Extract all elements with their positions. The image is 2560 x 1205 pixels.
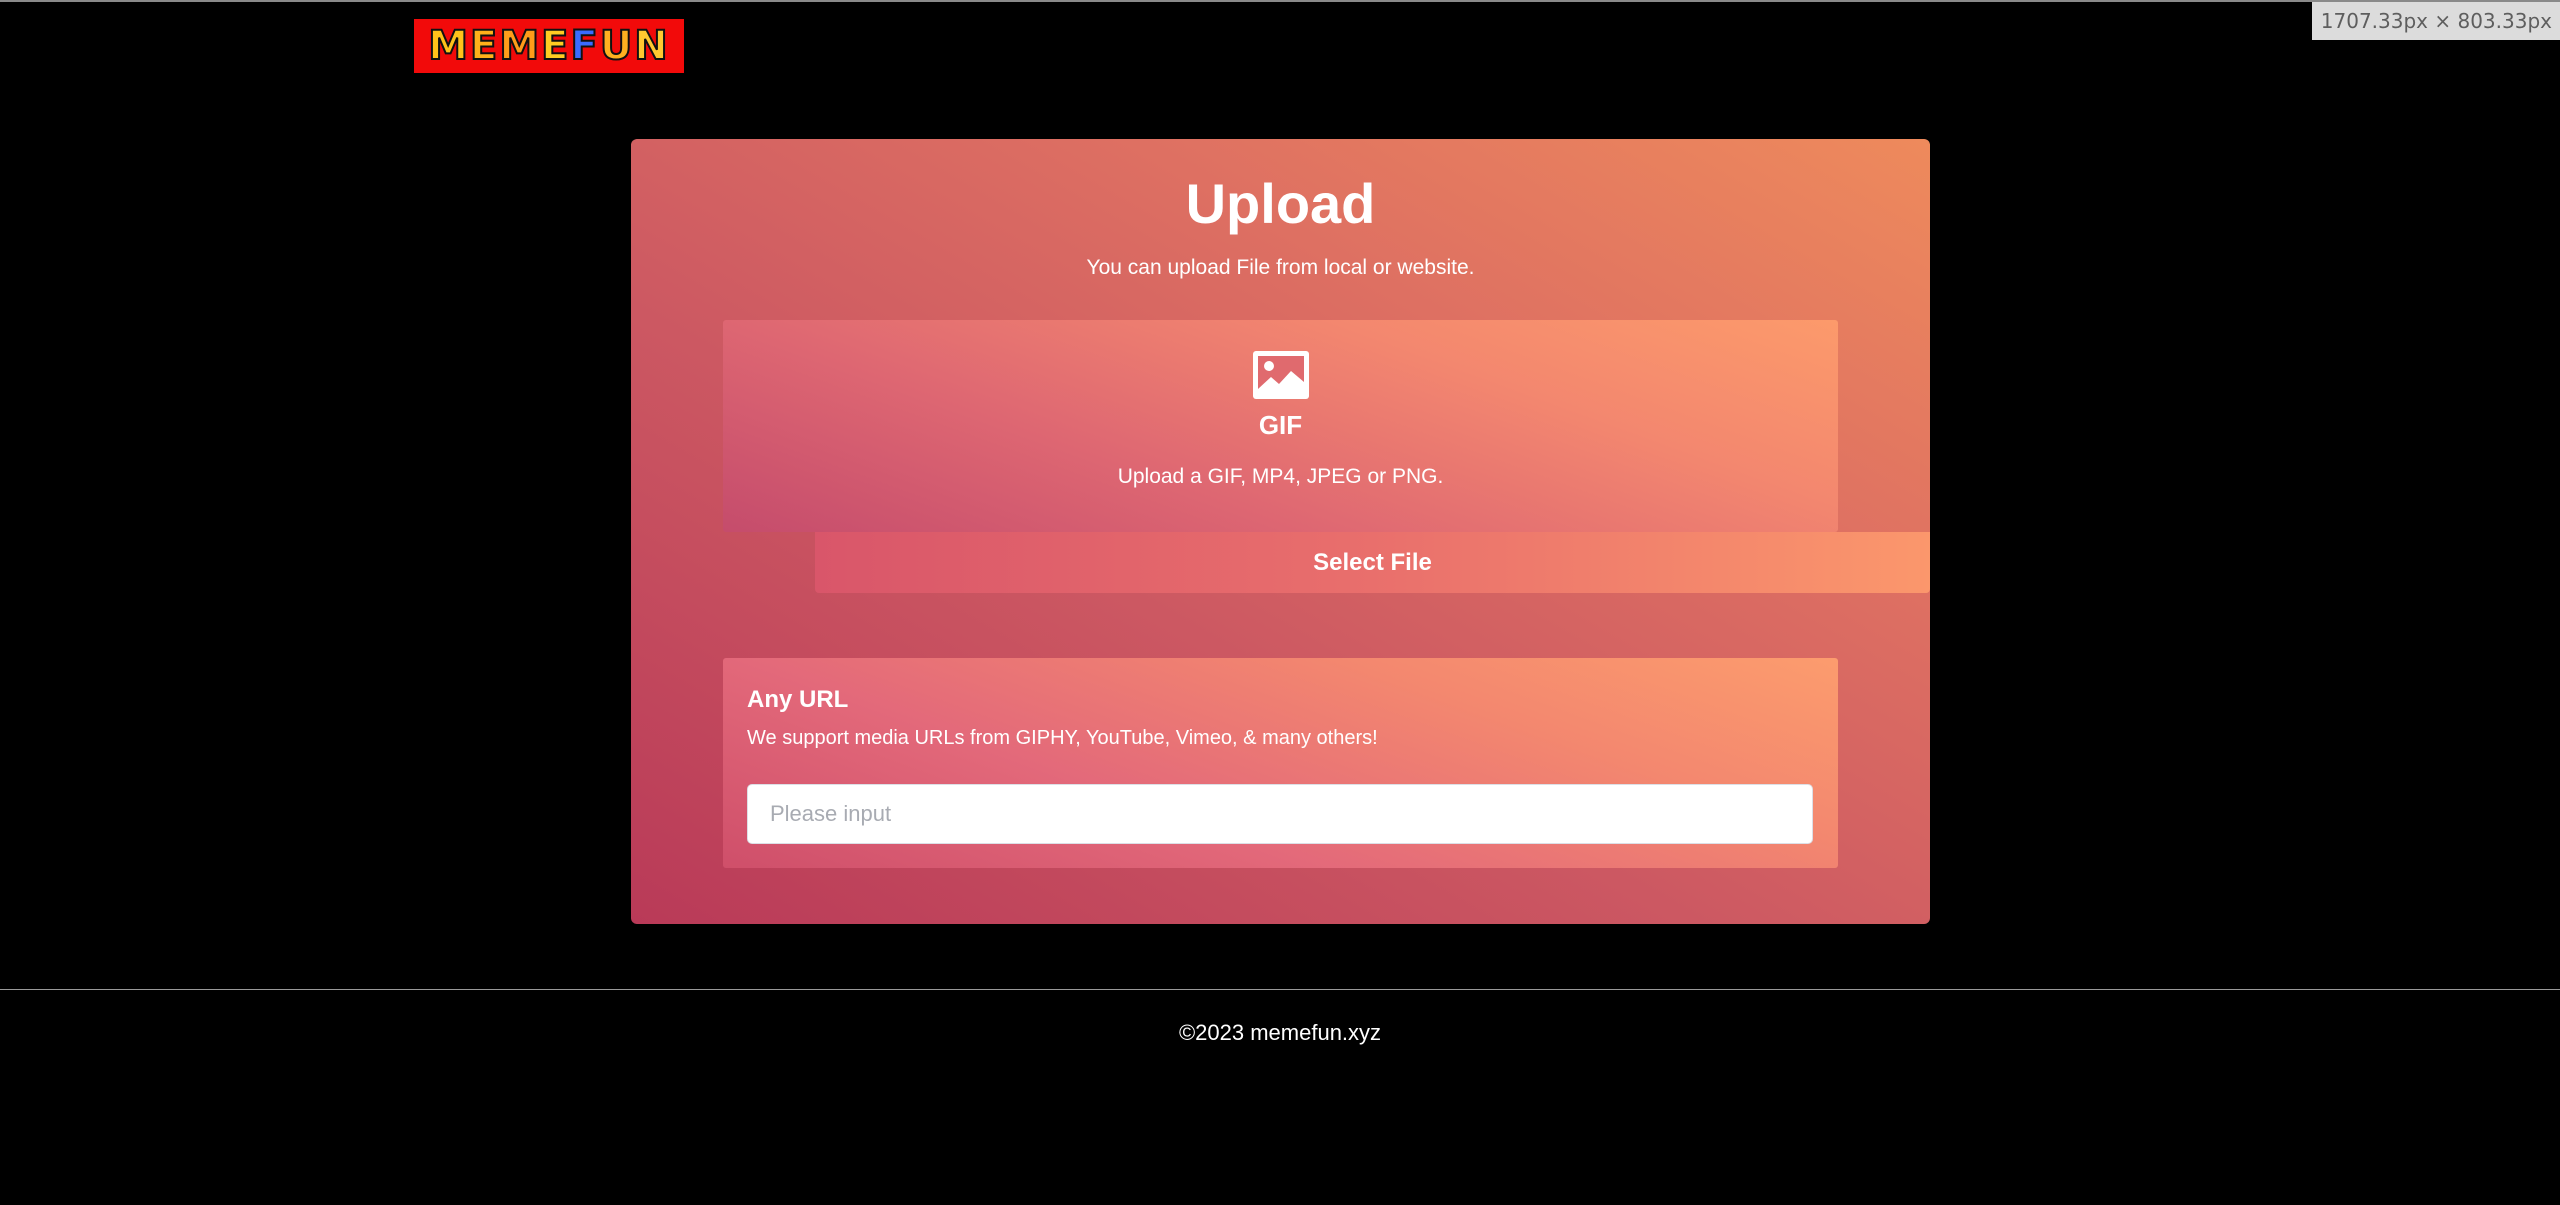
logo-letter: E	[540, 23, 571, 69]
footer-copyright: ©2023 memefun.xyz	[1178, 1020, 1382, 1045]
url-section-description: We support media URLs from GIPHY, YouTub…	[747, 727, 1378, 749]
url-input[interactable]	[747, 784, 1813, 844]
file-type-label: GIF	[1258, 410, 1303, 440]
dimensions-badge: 1707.33px × 803.33px	[2311, 2, 2560, 40]
logo-letter: F	[569, 23, 600, 69]
logo-letter: U	[599, 23, 635, 69]
url-section-title: Any URL	[747, 686, 849, 713]
page-title: Upload	[1185, 172, 1376, 235]
url-upload-box: Any URL We support media URLs from GIPHY…	[723, 658, 1838, 868]
image-icon	[1252, 351, 1309, 399]
memefun-logo[interactable]: MEMEFUN	[414, 19, 684, 73]
logo-wordmark: MEMEFUN	[427, 23, 670, 69]
page-subtitle: You can upload File from local or websit…	[1086, 256, 1475, 279]
select-file-button[interactable]: Select File	[815, 532, 1930, 593]
logo-letter: E	[469, 23, 500, 69]
logo-letter: M	[427, 23, 471, 69]
file-upload-box[interactable]: GIF Upload a GIF, MP4, JPEG or PNG.	[723, 320, 1838, 532]
logo-letter: M	[498, 23, 542, 69]
file-type-hint: Upload a GIF, MP4, JPEG or PNG.	[1117, 465, 1444, 488]
logo-letter: N	[633, 23, 670, 69]
top-border	[0, 0, 2560, 2]
upload-card: Upload You can upload File from local or…	[631, 139, 1930, 924]
footer-divider	[0, 989, 2560, 990]
